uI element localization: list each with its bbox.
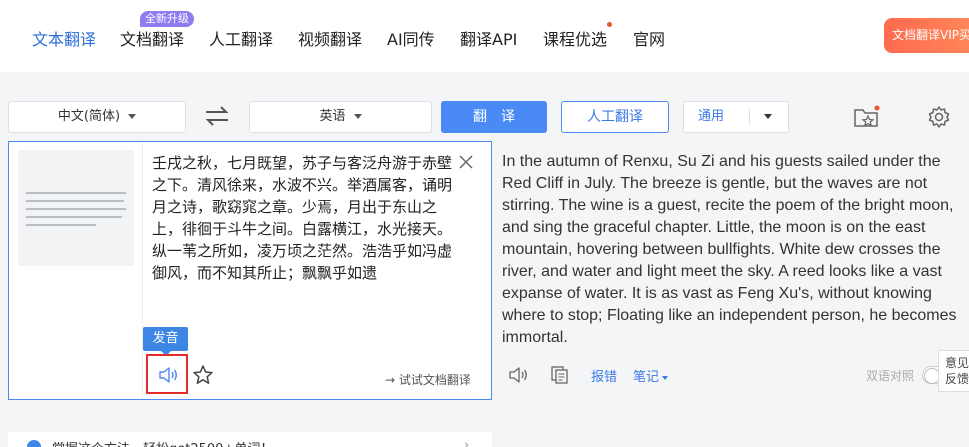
promo-text: 掌握这个方法，轻松get2500+单词！ [52, 438, 273, 447]
source-text-input[interactable]: 壬戌之秋，七月既望，苏子与客泛舟游于赤壁之下。清风徐来，水波不兴。举酒属客，诵明… [152, 152, 452, 284]
arrow-right-icon: → [385, 373, 396, 387]
nav-text-translate[interactable]: 文本翻译 [32, 26, 96, 50]
target-language-label: 英语 [319, 109, 346, 124]
bilingual-label: 双语对照 [866, 369, 915, 383]
divider [749, 109, 750, 125]
clear-text-close-icon[interactable] [459, 155, 473, 169]
settings-gear-icon[interactable] [927, 105, 951, 129]
doc-vip-button[interactable]: 文档翻译VIP买 [884, 18, 969, 53]
try-doc-translate-link[interactable]: → 试试文档翻译 [385, 371, 471, 388]
chevron-down-icon [128, 114, 137, 119]
pronounce-tooltip: 发音 [143, 327, 188, 356]
divider [142, 142, 143, 399]
try-doc-translate-label: 试试文档翻译 [398, 373, 471, 387]
notes-label: 笔记 [633, 370, 660, 385]
nav-video-translate[interactable]: 视频翻译 [298, 26, 362, 50]
source-language-label: 中文(简体) [57, 109, 121, 124]
pronounce-button[interactable] [146, 354, 188, 394]
chevron-down-icon [764, 114, 772, 119]
target-panel: In the autumn of Renxu, Su Zi and his gu… [492, 141, 969, 400]
translate-button[interactable]: 翻译 [441, 101, 547, 133]
document-thumbnail[interactable] [18, 150, 134, 266]
top-nav: 文本翻译 文档翻译 全新升级 人工翻译 视频翻译 AI同传 翻译API 课程优选… [0, 0, 969, 72]
new-upgrade-badge: 全新升级 [140, 11, 194, 27]
human-translate-button[interactable]: 人工翻译 [561, 101, 669, 133]
target-language-select[interactable]: 英语 [249, 101, 432, 133]
nav-official-site[interactable]: 官网 [633, 26, 665, 50]
speaker-icon [159, 367, 177, 383]
report-error-link[interactable]: 报错 [591, 366, 617, 385]
nav-courses[interactable]: 课程优选 [543, 26, 607, 50]
domain-label: 通用 [698, 109, 725, 124]
source-panel: 壬戌之秋，七月既望，苏子与客泛舟游于赤壁之下。清风徐来，水波不兴。举酒属客，诵明… [8, 141, 492, 400]
source-language-select[interactable]: 中文(简体) [8, 101, 186, 133]
chevron-down-icon [353, 114, 362, 119]
nav-doc-translate[interactable]: 文档翻译 [120, 26, 184, 50]
nav-translate-api[interactable]: 翻译API [460, 26, 517, 50]
favorite-star-icon[interactable] [192, 364, 214, 386]
domain-select[interactable]: 通用 [683, 101, 789, 133]
notes-dropdown[interactable]: 笔记 [633, 366, 669, 385]
feedback-button[interactable]: 意见反馈 [938, 350, 969, 392]
translation-output: In the autumn of Renxu, Su Zi and his gu… [502, 153, 957, 346]
notification-dot [607, 22, 612, 27]
nav-human-translate[interactable]: 人工翻译 [209, 26, 273, 50]
nav-ai-interpret[interactable]: AI同传 [387, 26, 435, 50]
favorites-folder-icon[interactable] [853, 104, 881, 130]
info-icon [27, 440, 41, 447]
speaker-icon[interactable] [508, 366, 528, 384]
copy-icon[interactable] [550, 366, 570, 384]
chevron-down-icon [662, 375, 669, 380]
promo-banner[interactable]: 掌握这个方法，轻松get2500+单词！ › [8, 432, 492, 447]
chevron-right-icon: › [464, 438, 470, 447]
swap-languages-icon[interactable] [204, 104, 230, 128]
